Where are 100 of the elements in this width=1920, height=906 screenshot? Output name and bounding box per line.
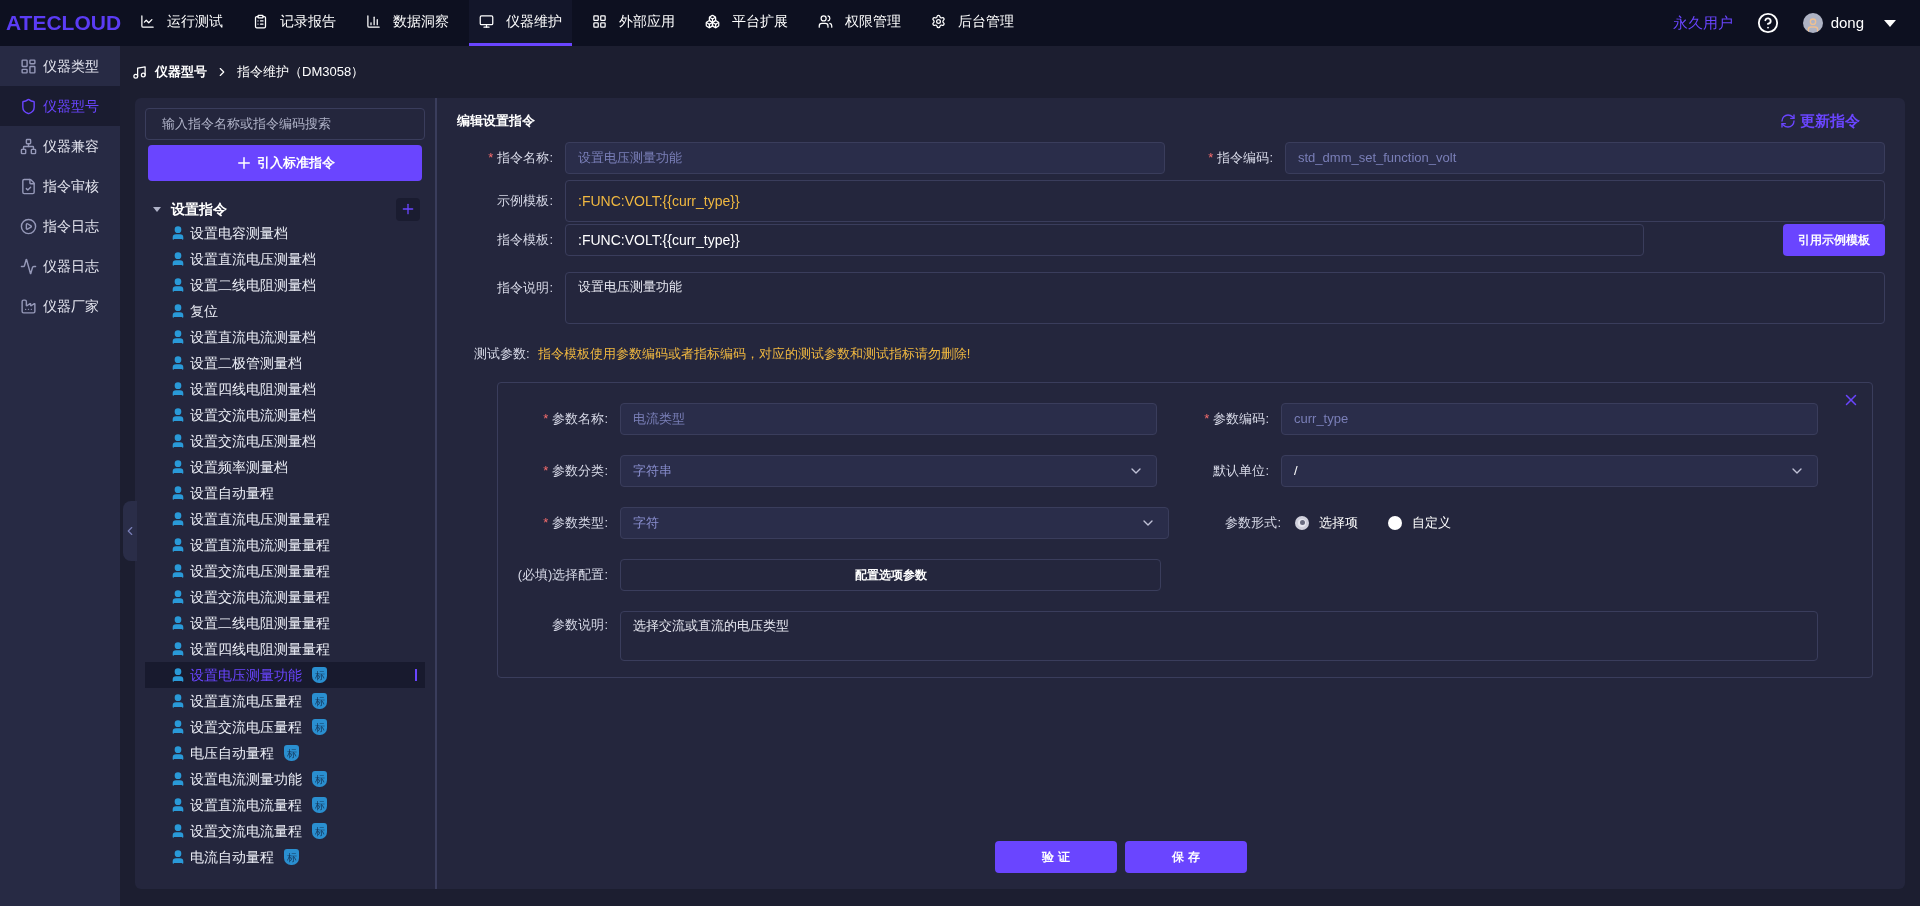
dashboard-icon [20, 57, 37, 75]
standard-badge: 标 [312, 771, 327, 787]
breadcrumb-link[interactable]: 仪器型号 [155, 62, 207, 82]
tree-item[interactable]: 设置直流电压测量量程 [145, 506, 425, 532]
input-field[interactable]: :FUNC:VOLT:{{curr_type}} [565, 180, 1885, 222]
radio-label[interactable]: 自定义 [1412, 512, 1451, 533]
config-options-button[interactable]: 配置选项参数 [620, 558, 1161, 591]
tree-item[interactable]: 电流自动量程 标 [145, 844, 425, 870]
radio-label[interactable]: 选择项 [1319, 512, 1358, 533]
select-field[interactable]: 字符串 [620, 454, 1157, 487]
selection-indicator [415, 669, 417, 681]
play-icon [20, 217, 37, 235]
description-field[interactable]: 设置电压测量功能 [565, 272, 1885, 324]
required-mark: * [543, 461, 549, 480]
field-label: 参数编码: [1213, 409, 1269, 428]
user-name: dong [1830, 12, 1864, 33]
field-label: 指令编码: [1217, 149, 1273, 168]
search-field[interactable]: 输入指令名称或指令编码搜索 [145, 108, 425, 140]
grid-icon [592, 14, 607, 29]
tree-group-label[interactable]: 设置指令 [171, 198, 227, 220]
tree-item[interactable]: 设置四线电阻测量档 [145, 376, 425, 402]
monitor-icon [479, 14, 494, 29]
field-label: 参数形式: [1225, 513, 1281, 532]
field-label: 参数分类: [552, 461, 608, 480]
tree-item[interactable]: 设置二线电阻测量档 [145, 272, 425, 298]
tree-item[interactable]: 电压自动量程 标 [145, 740, 425, 766]
tree-item[interactable]: 设置电压测量功能 标 [145, 662, 425, 688]
action-button[interactable]: 保 存 [1125, 841, 1247, 873]
tree-item[interactable]: 设置交流电压测量量程 [145, 558, 425, 584]
field-label: 指令说明: [497, 279, 553, 297]
field-label: 参数名称: [552, 409, 608, 428]
input-field[interactable]: :FUNC:VOLT:{{curr_type}} [565, 224, 1644, 256]
tree-item[interactable]: 设置交流电压量程 标 [145, 714, 425, 740]
standard-badge: 标 [284, 849, 299, 865]
field-label: 参数类型: [552, 513, 608, 532]
sidebar-item[interactable]: 仪器日志 [0, 246, 120, 286]
expand-caret-icon[interactable] [153, 206, 161, 212]
users-icon [818, 14, 833, 29]
boxes-icon [705, 14, 720, 29]
bar-chart-icon [366, 14, 381, 29]
tree-item[interactable]: 设置直流电流测量档 [145, 324, 425, 350]
user-plan: 永久用户 [1672, 12, 1733, 33]
clipboard-icon [253, 14, 268, 29]
tree-item[interactable]: 设置直流电压测量档 [145, 246, 425, 272]
nav-tab[interactable]: 记录报告 [243, 0, 346, 46]
tree-item[interactable]: 设置交流电流测量量程 [145, 584, 425, 610]
description-field[interactable]: 选择交流或直流的电压类型 [620, 610, 1818, 661]
tree-item[interactable]: 设置电流测量功能 标 [145, 766, 425, 792]
nav-tab[interactable]: 后台管理 [921, 0, 1024, 46]
nav-tab[interactable]: 仪器维护 [469, 0, 572, 46]
standard-badge: 标 [312, 719, 327, 735]
tree-item[interactable]: 设置自动量程 [145, 480, 425, 506]
sidebar-item[interactable]: 指令审核 [0, 166, 120, 206]
required-mark: * [1204, 409, 1210, 428]
warning-text: 指令模板使用参数编码或者指标编码，对应的测试参数和测试指标请勿删除! [537, 345, 971, 363]
tree-item[interactable]: 设置交流电压测量档 [145, 428, 425, 454]
tree-item[interactable]: 设置二线电阻测量量程 [145, 610, 425, 636]
sidebar-item[interactable]: 仪器厂家 [0, 286, 120, 326]
nav-tab[interactable]: 运行测试 [130, 0, 233, 46]
select-field[interactable]: 字符 [620, 506, 1169, 539]
nav-tab[interactable]: 外部应用 [582, 0, 685, 46]
action-button[interactable]: 验 证 [995, 841, 1117, 873]
factory-icon [20, 297, 37, 315]
tree-item[interactable]: 设置直流电流量程 标 [145, 792, 425, 818]
select-field[interactable]: / [1281, 454, 1818, 487]
tree-item[interactable]: 设置电容测量档 [145, 220, 425, 246]
tree-item[interactable]: 设置交流电流量程 标 [145, 818, 425, 844]
standard-badge: 标 [312, 693, 327, 709]
dropdown-caret-icon[interactable] [1884, 19, 1896, 27]
import-button[interactable]: 引入标准指令 [148, 145, 422, 181]
tree-item[interactable]: 设置四线电阻测量量程 [145, 636, 425, 662]
nav-tab[interactable]: 权限管理 [808, 0, 911, 46]
document-icon [20, 177, 37, 195]
field-label: 指令模板: [497, 231, 553, 250]
tree-item[interactable]: 设置直流电压量程 标 [145, 688, 425, 714]
tree-item[interactable]: 复位 [145, 298, 425, 324]
network-icon [20, 137, 37, 155]
tree-item[interactable]: 设置二极管测量档 [145, 350, 425, 376]
radio-button[interactable] [1295, 515, 1309, 530]
field-label: 示例模板: [497, 192, 553, 211]
required-mark: * [1208, 149, 1214, 168]
nav-tab[interactable]: 数据洞察 [356, 0, 459, 46]
help-icon[interactable] [1756, 12, 1779, 34]
required-mark: * [543, 513, 549, 532]
tree-item[interactable]: 设置交流电流测量档 [145, 402, 425, 428]
standard-badge: 标 [312, 667, 327, 683]
tree-item[interactable]: 设置频率测量档 [145, 454, 425, 480]
cite-template-button[interactable]: 引用示例模板 [1783, 224, 1885, 256]
collapse-handle[interactable] [123, 501, 137, 561]
standard-badge: 标 [312, 797, 327, 813]
radio-button[interactable] [1388, 515, 1402, 530]
standard-badge: 标 [284, 745, 299, 761]
refresh-icon [1780, 113, 1796, 129]
tree-item[interactable]: 设置直流电流测量量程 [145, 532, 425, 558]
sidebar-item[interactable]: 指令日志 [0, 206, 120, 246]
logo: ATECLOUD [5, 10, 123, 37]
sidebar-item[interactable]: 仪器类型 [0, 46, 120, 86]
nav-tab[interactable]: 平台扩展 [695, 0, 798, 46]
panel-title: 编辑设置指令 [457, 112, 535, 131]
sidebar-item[interactable]: 仪器兼容 [0, 126, 120, 166]
